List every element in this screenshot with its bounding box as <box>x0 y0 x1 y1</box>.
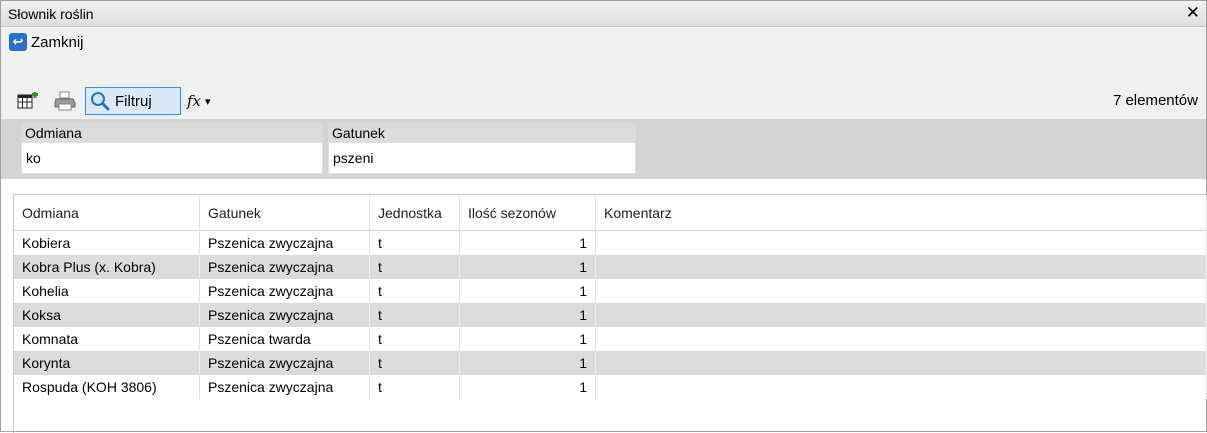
table-row[interactable]: Kobiera Pszenica zwyczajna t 1 <box>14 231 1207 255</box>
plant-dictionary-window: Słownik roślin ✕ ↩ Zamknij Filtruj fx ▾ … <box>0 0 1207 433</box>
column-header-jednostka[interactable]: Jednostka <box>370 195 460 231</box>
magnifier-icon <box>91 92 110 111</box>
cell-gatunek: Pszenica zwyczajna <box>200 303 370 327</box>
close-button-label: Zamknij <box>31 33 84 51</box>
close-icon[interactable]: ✕ <box>1186 3 1200 23</box>
back-arrow-icon: ↩ <box>9 33 27 51</box>
cell-odmiana: Kobiera <box>14 231 200 255</box>
cell-komentarz <box>596 327 1207 351</box>
cell-ilosc-sezonow: 1 <box>460 303 596 327</box>
cell-gatunek: Pszenica zwyczajna <box>200 375 370 399</box>
close-button[interactable]: ↩ Zamknij <box>9 31 84 53</box>
column-header-odmiana[interactable]: Odmiana <box>14 195 200 231</box>
print-button[interactable] <box>52 87 78 115</box>
filter-button-label: Filtruj <box>115 92 152 110</box>
function-icon: fx <box>187 92 202 110</box>
column-header-gatunek[interactable]: Gatunek <box>200 195 370 231</box>
table-row[interactable]: Komnata Pszenica twarda t 1 <box>14 327 1207 351</box>
cell-komentarz <box>596 375 1207 399</box>
cell-odmiana: Kohelia <box>14 279 200 303</box>
columns-icon <box>17 92 38 109</box>
cell-gatunek: Pszenica zwyczajna <box>200 279 370 303</box>
table-header: Odmiana Gatunek Jednostka Ilość sezonów … <box>14 195 1207 231</box>
table-row[interactable]: Koksa Pszenica zwyczajna t 1 <box>14 303 1207 327</box>
cell-jednostka: t <box>370 351 460 375</box>
item-count: 7 elementów <box>1112 92 1198 109</box>
cell-ilosc-sezonow: 1 <box>460 375 596 399</box>
cell-komentarz <box>596 231 1207 255</box>
table-row[interactable]: Kobra Plus (x. Kobra) Pszenica zwyczajna t… <box>14 255 1207 279</box>
column-chooser-button[interactable] <box>15 87 41 115</box>
cell-odmiana: Korynta <box>14 351 200 375</box>
cell-ilosc-sezonow: 1 <box>460 255 596 279</box>
column-header-komentarz[interactable]: Komentarz <box>596 195 1207 231</box>
cell-jednostka: t <box>370 279 460 303</box>
chevron-down-icon: ▾ <box>205 94 211 108</box>
window-title: Słownik roślin <box>8 6 94 22</box>
filter-input-gatunek[interactable] <box>328 142 636 174</box>
cell-jednostka: t <box>370 255 460 279</box>
cell-jednostka: t <box>370 375 460 399</box>
filter-label-odmiana: Odmiana <box>21 123 323 143</box>
filter-button[interactable]: Filtruj <box>85 87 181 115</box>
cell-odmiana: Komnata <box>14 327 200 351</box>
filter-input-odmiana[interactable] <box>21 142 323 174</box>
cell-odmiana: Koksa <box>14 303 200 327</box>
cell-ilosc-sezonow: 1 <box>460 279 596 303</box>
cell-gatunek: Pszenica zwyczajna <box>200 231 370 255</box>
cell-odmiana: Rospuda (KOH 3806) <box>14 375 200 399</box>
cell-odmiana: Kobra Plus (x. Kobra) <box>14 255 200 279</box>
plants-table: Odmiana Gatunek Jednostka Ilość sezonów … <box>13 194 1207 433</box>
cell-jednostka: t <box>370 303 460 327</box>
cell-gatunek: Pszenica twarda <box>200 327 370 351</box>
toolbar <box>1 57 1206 119</box>
cell-ilosc-sezonow: 1 <box>460 231 596 255</box>
filter-label-gatunek: Gatunek <box>328 123 636 143</box>
cell-gatunek: Pszenica zwyczajna <box>200 255 370 279</box>
cell-jednostka: t <box>370 231 460 255</box>
cell-komentarz <box>596 255 1207 279</box>
printer-icon <box>54 91 76 111</box>
column-header-ilosc-sezonow[interactable]: Ilość sezonów <box>460 195 596 231</box>
formula-dropdown-button[interactable]: fx ▾ <box>187 87 223 115</box>
cell-ilosc-sezonow: 1 <box>460 327 596 351</box>
cell-jednostka: t <box>370 327 460 351</box>
table-row[interactable]: Rospuda (KOH 3806) Pszenica zwyczajna t 1 <box>14 375 1207 399</box>
title-bar: Słownik roślin ✕ <box>1 1 1206 27</box>
cell-komentarz <box>596 279 1207 303</box>
cell-komentarz <box>596 303 1207 327</box>
table-row[interactable]: Kohelia Pszenica zwyczajna t 1 <box>14 279 1207 303</box>
table-row[interactable]: Korynta Pszenica zwyczajna t 1 <box>14 351 1207 375</box>
close-bar: ↩ Zamknij <box>1 27 1206 57</box>
cell-gatunek: Pszenica zwyczajna <box>200 351 370 375</box>
cell-ilosc-sezonow: 1 <box>460 351 596 375</box>
cell-komentarz <box>596 351 1207 375</box>
